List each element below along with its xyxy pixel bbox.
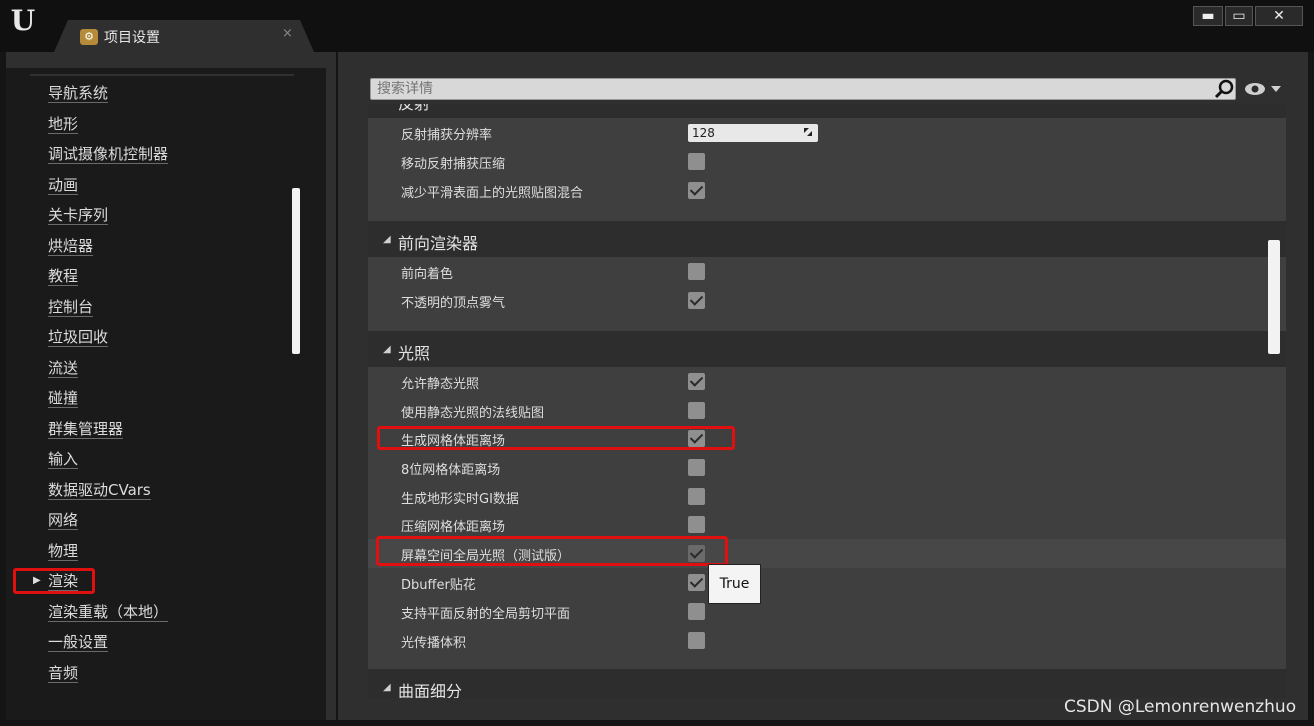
property-row: 使用静态光照的法线贴图 bbox=[368, 396, 1273, 425]
details-scrollbar[interactable] bbox=[1268, 240, 1280, 354]
sidebar-item-crowd-manager[interactable]: 群集管理器 bbox=[48, 418, 124, 440]
sidebar-item-level-sequence[interactable]: 关卡序列 bbox=[48, 204, 109, 226]
light-propagation-volume-checkbox[interactable] bbox=[688, 632, 705, 649]
rendering-highlight-box bbox=[13, 568, 95, 594]
close-window-button[interactable]: ✕ bbox=[1255, 6, 1303, 26]
section-header-forward-renderer[interactable]: ◢ 前向渲染器 bbox=[368, 221, 1286, 257]
title-bar: U ⚙ 项目设置 × ▬ ▭ ✕ bbox=[0, 0, 1314, 52]
settings-gear-icon: ⚙ bbox=[80, 29, 98, 45]
sidebar-item-physics[interactable]: 物理 bbox=[48, 540, 79, 562]
section-header-reflection[interactable]: 反射 bbox=[368, 104, 1286, 118]
sidebar-item-console[interactable]: 控制台 bbox=[48, 296, 94, 318]
view-options-eye-icon[interactable] bbox=[1244, 81, 1284, 97]
sidebar-item-collision[interactable]: 碰撞 bbox=[48, 387, 79, 409]
property-row: 前向着色 bbox=[368, 257, 1273, 286]
property-row: 不透明的顶点雾气 bbox=[368, 286, 1273, 315]
sidebar-item-navigation[interactable]: 导航系统 bbox=[48, 82, 109, 104]
search-icon[interactable] bbox=[1214, 79, 1236, 99]
sidebar-item-debug-camera[interactable]: 调试摄像机控制器 bbox=[48, 143, 169, 165]
sidebar-divider bbox=[30, 74, 294, 76]
collapse-triangle-icon: ◢ bbox=[383, 234, 391, 245]
mobile-reflection-compression-checkbox[interactable] bbox=[688, 153, 705, 170]
collapse-triangle-icon: ◢ bbox=[383, 344, 391, 355]
project-settings-tab[interactable]: ⚙ 项目设置 × bbox=[54, 20, 314, 52]
sidebar-scrollbar[interactable] bbox=[292, 188, 300, 354]
sidebar-item-landscape[interactable]: 地形 bbox=[48, 113, 79, 135]
property-row: 压缩网格体距离场 bbox=[368, 510, 1273, 539]
section-header-tessellation[interactable]: ◢ 曲面细分 bbox=[368, 669, 1286, 698]
watermark: CSDN @Lemonrenwenzhuo bbox=[1064, 697, 1297, 717]
property-row: 光传播体积 bbox=[368, 626, 1273, 655]
screen-space-gi-highlight-box bbox=[376, 536, 728, 566]
global-clip-plane-checkbox[interactable] bbox=[688, 603, 705, 620]
details-panel: 反射 反射捕获分辨率 128 移动反射捕获压缩 减少平滑表面上的光照贴图混合 ◢… bbox=[368, 104, 1286, 698]
property-row: 8位网格体距离场 bbox=[368, 453, 1273, 482]
sidebar-item-data-driven-cvars[interactable]: 数据驱动CVars bbox=[48, 479, 151, 501]
sidebar-item-tutorials[interactable]: 教程 bbox=[48, 265, 79, 287]
sidebar-item-animation[interactable]: 动画 bbox=[48, 174, 79, 196]
category-sidebar: 导航系统 地形 调试摄像机控制器 动画 关卡序列 烘焙器 教程 控制台 垃圾回收… bbox=[6, 68, 326, 720]
property-row: 移动反射捕获压缩 bbox=[368, 147, 1273, 176]
sidebar-item-input[interactable]: 输入 bbox=[48, 448, 79, 470]
landscape-gi-data-checkbox[interactable] bbox=[688, 488, 705, 505]
sidebar-item-network[interactable]: 网络 bbox=[48, 509, 79, 531]
allow-static-lighting-checkbox[interactable] bbox=[688, 373, 705, 390]
reduce-lightmap-mixing-checkbox[interactable] bbox=[688, 182, 705, 199]
tab-title: 项目设置 bbox=[104, 30, 160, 46]
sidebar-item-rendering-overrides[interactable]: 渲染重载（本地） bbox=[48, 601, 169, 623]
distance-field-highlight-box bbox=[377, 426, 735, 450]
sidebar-item-streaming[interactable]: 流送 bbox=[48, 357, 79, 379]
minimize-button[interactable]: ▬ bbox=[1193, 6, 1223, 26]
property-row: 支持平面反射的全局剪切平面 bbox=[368, 597, 1273, 626]
section-header-lighting[interactable]: ◢ 光照 bbox=[368, 331, 1286, 367]
collapse-triangle-icon: ◢ bbox=[383, 682, 391, 693]
vertex-fog-checkbox[interactable] bbox=[688, 292, 705, 309]
reflection-resolution-dropdown[interactable]: 128 bbox=[688, 124, 818, 142]
panel-splitter[interactable] bbox=[336, 52, 338, 720]
tab-close-icon[interactable]: × bbox=[282, 26, 293, 41]
search-details-input[interactable] bbox=[370, 78, 1236, 100]
forward-shading-checkbox[interactable] bbox=[688, 263, 705, 280]
sidebar-item-cooker[interactable]: 烘焙器 bbox=[48, 235, 94, 257]
unreal-logo-icon: U bbox=[10, 4, 36, 37]
property-row: 允许静态光照 bbox=[368, 367, 1273, 396]
property-row: 生成地形实时GI数据 bbox=[368, 482, 1273, 511]
compress-distance-field-checkbox[interactable] bbox=[688, 516, 705, 533]
dbuffer-decals-checkbox[interactable] bbox=[688, 574, 705, 591]
property-row: 反射捕获分辨率 bbox=[401, 128, 493, 143]
static-lighting-normal-map-checkbox[interactable] bbox=[688, 402, 705, 419]
maximize-button[interactable]: ▭ bbox=[1225, 6, 1253, 26]
sidebar-item-audio[interactable]: 音频 bbox=[48, 662, 79, 684]
sidebar-item-garbage-collection[interactable]: 垃圾回收 bbox=[48, 326, 109, 348]
property-row: 减少平滑表面上的光照贴图混合 bbox=[368, 176, 1273, 205]
sidebar-item-general-settings[interactable]: 一般设置 bbox=[48, 631, 109, 653]
value-tooltip: True bbox=[708, 564, 761, 604]
property-row: Dbuffer贴花 bbox=[368, 568, 1273, 597]
resize-arrows-icon bbox=[804, 128, 812, 136]
8bit-distance-field-checkbox[interactable] bbox=[688, 459, 705, 476]
